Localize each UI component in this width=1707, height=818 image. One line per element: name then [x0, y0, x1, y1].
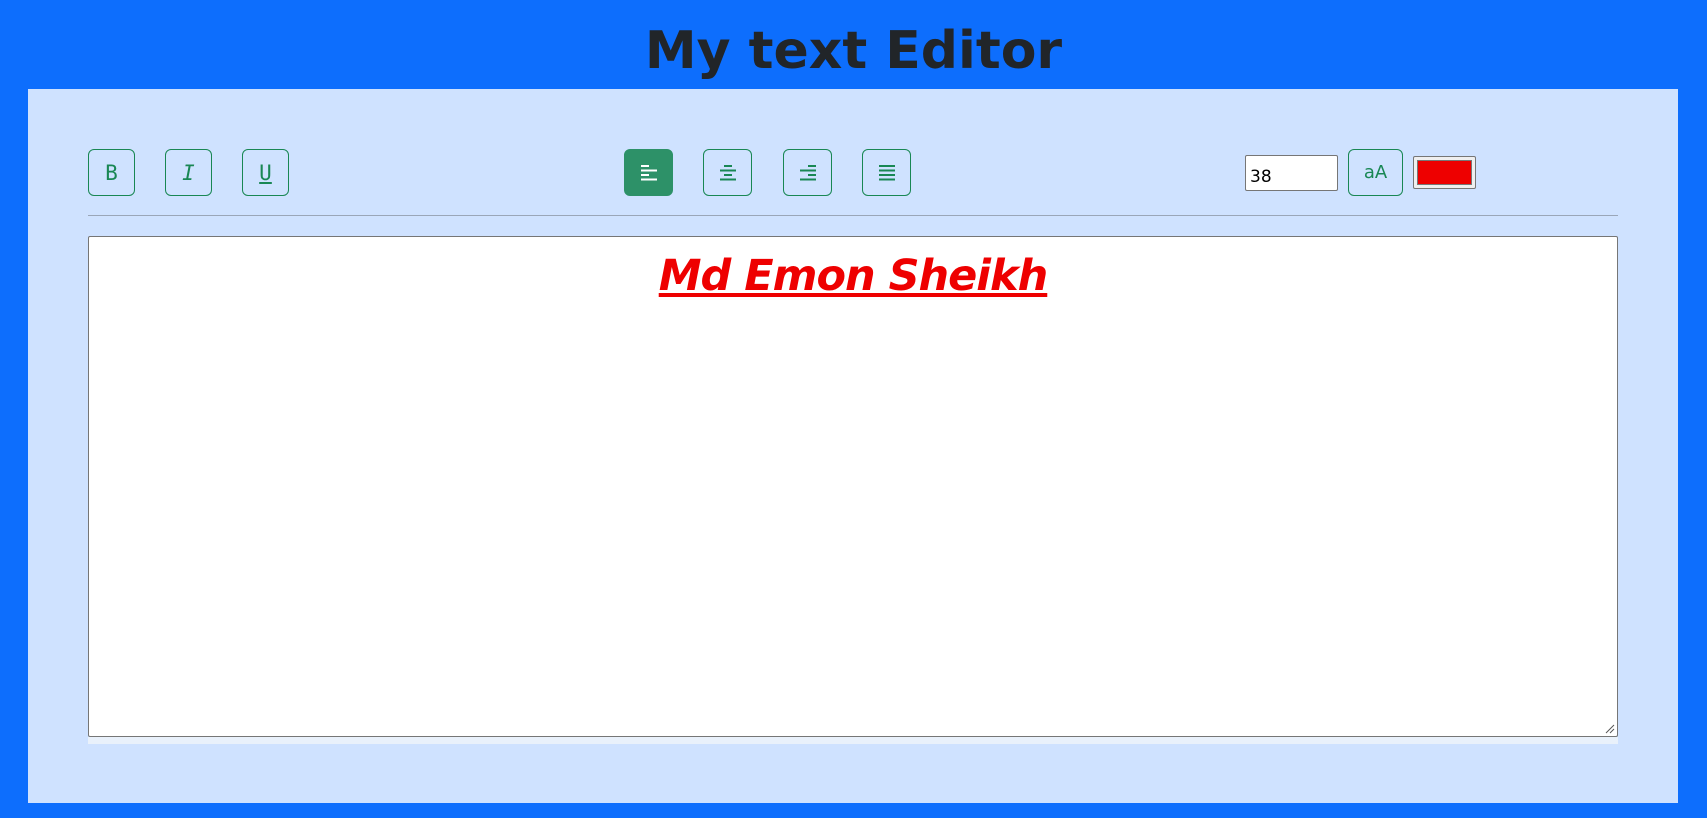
align-center-button[interactable] [703, 149, 752, 196]
toolbar-divider [88, 215, 1618, 216]
align-center-icon [719, 164, 736, 180]
align-right-icon [799, 164, 816, 180]
text-area-footer [88, 737, 1618, 744]
color-picker[interactable] [1413, 156, 1476, 189]
editor-text: Md Emon Sheikh [658, 251, 1049, 301]
italic-button[interactable]: I [165, 149, 212, 196]
italic-icon: I [182, 160, 195, 185]
underline-icon: U [259, 160, 272, 185]
case-toggle-label: aA [1363, 162, 1388, 183]
bold-button[interactable]: B [88, 149, 135, 196]
font-size-input[interactable] [1245, 155, 1338, 191]
text-editor-area[interactable]: Md Emon Sheikh [88, 236, 1618, 737]
underline-button[interactable]: U [242, 149, 289, 196]
page-title: My text Editor [644, 21, 1063, 81]
resize-handle-icon[interactable] [1605, 724, 1615, 734]
color-swatch [1417, 160, 1472, 185]
align-justify-icon [878, 164, 895, 180]
bold-icon: B [105, 160, 118, 185]
align-left-icon [640, 164, 657, 180]
case-toggle-button[interactable]: aA [1348, 149, 1403, 196]
align-justify-button[interactable] [862, 149, 911, 196]
editor-panel: B I U 38 aA Md Emon Sheikh [28, 89, 1678, 803]
align-right-button[interactable] [783, 149, 832, 196]
align-left-button[interactable] [624, 149, 673, 196]
